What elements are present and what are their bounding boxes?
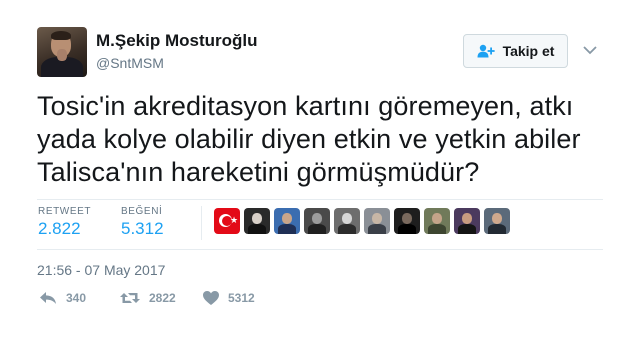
avatar[interactable] bbox=[37, 27, 87, 77]
liker-avatar[interactable] bbox=[364, 208, 390, 234]
follow-button[interactable]: Takip et bbox=[463, 34, 568, 68]
stat-divider bbox=[201, 206, 202, 240]
liker-avatar[interactable] bbox=[454, 208, 480, 234]
user-handle[interactable]: @SntMSM bbox=[96, 55, 164, 71]
like-stat-value: 5.312 bbox=[121, 219, 164, 238]
tweet-text-line: Talisca'nın hareketini görmüşmüdür? bbox=[37, 157, 480, 187]
heart-icon bbox=[202, 290, 220, 306]
retweet-icon bbox=[119, 290, 141, 306]
retweet-stat-label: RETWEET bbox=[38, 206, 92, 217]
liker-avatars: ★ bbox=[214, 208, 510, 234]
reply-action[interactable]: 340 bbox=[38, 290, 86, 306]
retweet-stat[interactable]: RETWEET 2.822 bbox=[38, 206, 91, 239]
like-count: 5312 bbox=[228, 291, 255, 305]
liker-avatar[interactable] bbox=[304, 208, 330, 234]
add-user-icon bbox=[477, 44, 495, 58]
tweet-timestamp[interactable]: 21:56 - 07 May 2017 bbox=[37, 262, 165, 278]
tweet-card: M.Şekip Mosturoğlu @SntMSM Takip et Tosi… bbox=[0, 0, 637, 344]
liker-avatar[interactable] bbox=[334, 208, 360, 234]
follow-button-label: Takip et bbox=[502, 43, 555, 59]
tweet-text: Tosic'in akreditasyon kartını göremeyen,… bbox=[37, 90, 612, 189]
liker-avatar[interactable] bbox=[244, 208, 270, 234]
liker-avatar[interactable] bbox=[424, 208, 450, 234]
retweet-count: 2822 bbox=[149, 291, 176, 305]
liker-avatar[interactable] bbox=[484, 208, 510, 234]
user-display-name[interactable]: M.Şekip Mosturoğlu bbox=[96, 31, 258, 51]
like-stat-label: BEĞENİ bbox=[121, 206, 163, 217]
liker-avatar[interactable] bbox=[274, 208, 300, 234]
tweet-text-line: Tosic'in akreditasyon kartını göremeyen,… bbox=[37, 91, 574, 121]
divider bbox=[37, 199, 603, 200]
reply-count: 340 bbox=[66, 291, 87, 305]
retweet-action[interactable]: 2822 bbox=[119, 290, 176, 306]
liker-avatar[interactable] bbox=[394, 208, 420, 234]
reply-icon bbox=[38, 290, 58, 306]
like-action[interactable]: 5312 bbox=[202, 290, 255, 306]
retweet-stat-value: 2.822 bbox=[38, 219, 81, 238]
divider bbox=[37, 249, 603, 250]
chevron-down-icon[interactable] bbox=[582, 43, 598, 55]
tweet-text-line: yada kolye olabilir diyen etkin ve yetki… bbox=[37, 124, 581, 154]
turkish-flag-avatar[interactable]: ★ bbox=[214, 208, 240, 234]
like-stat[interactable]: BEĞENİ 5.312 bbox=[121, 206, 164, 239]
